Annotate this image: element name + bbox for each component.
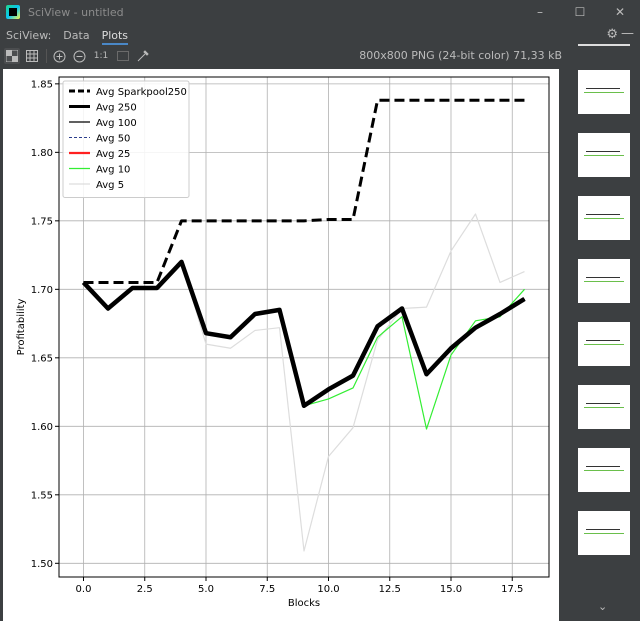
image-toolbar: 1:1 800x800 PNG (24-bit color) 71,33 kB (0, 46, 572, 66)
window-controls: – ☐ ✕ (520, 0, 640, 24)
thumbnail-item[interactable] (578, 259, 630, 303)
maximize-button[interactable]: ☐ (560, 0, 600, 24)
toolbar-separator (46, 49, 47, 63)
title-bar: SciView - untitled – ☐ ✕ (0, 0, 640, 24)
chevron-down-icon[interactable]: ⌄ (598, 600, 607, 613)
image-info: 800x800 PNG (24-bit color) 71,33 kB (359, 49, 562, 62)
gear-icon[interactable]: ⚙ (606, 27, 618, 42)
y-tick-label: 1.70 (31, 285, 53, 296)
sciview-label: SciView: (6, 28, 52, 42)
thumbnail-item[interactable] (578, 385, 630, 429)
legend-entry: Avg 250 (96, 103, 137, 114)
window-title: SciView - untitled (28, 5, 124, 19)
y-tick-label: 1.60 (31, 422, 53, 433)
x-tick-label: 15.0 (440, 584, 462, 595)
legend-entry: Avg 100 (96, 118, 137, 129)
x-tick-label: 0.0 (76, 584, 92, 595)
color-picker-icon[interactable] (135, 48, 151, 64)
series-line (83, 213, 525, 552)
y-tick-label: 1.55 (31, 490, 53, 501)
thumbnail-item[interactable] (578, 322, 630, 366)
legend-entry: Avg 5 (96, 180, 124, 191)
plot-canvas: 0.0 2.5 5.0 7.5 10.0 12.5 15.0 17.5 1.50 1.55 1.60… (3, 69, 559, 621)
x-tick-label: 7.5 (259, 584, 275, 595)
grid-icon[interactable] (24, 48, 40, 64)
close-button[interactable]: ✕ (600, 0, 640, 24)
chessboard-icon[interactable] (4, 48, 20, 64)
x-axis-label: Blocks (288, 598, 320, 609)
thumbnail-item[interactable] (578, 511, 630, 555)
fit-to-window-icon[interactable] (115, 48, 131, 64)
y-tick-label: 1.75 (31, 216, 53, 227)
y-tick-label: 1.85 (31, 79, 53, 90)
legend-entry: Avg 25 (96, 149, 130, 160)
y-axis-label: Profitability (16, 299, 27, 356)
x-tick-label: 10.0 (317, 584, 339, 595)
legend-entry: Avg 10 (96, 165, 130, 176)
zoom-out-icon[interactable] (71, 48, 87, 64)
minimize-button[interactable]: – (520, 0, 560, 24)
y-tick-label: 1.50 (31, 559, 53, 570)
pycharm-icon (6, 5, 20, 19)
y-tick-label: 1.80 (31, 148, 53, 159)
sciview-menubar: SciView: Data Plots ⚙ — (0, 24, 640, 46)
x-tick-label: 17.5 (501, 584, 523, 595)
x-tick-label: 12.5 (379, 584, 401, 595)
thumbnail-panel (572, 66, 640, 621)
chart-svg: 0.0 2.5 5.0 7.5 10.0 12.5 15.0 17.5 1.50 1.55 1.60… (16, 76, 550, 609)
settings-underline (578, 44, 630, 46)
thumbnail-item[interactable] (578, 448, 630, 492)
actual-size-button[interactable]: 1:1 (91, 48, 111, 64)
y-tick-label: 1.65 (31, 353, 53, 364)
thumbnail-item[interactable] (578, 196, 630, 240)
zoom-in-icon[interactable] (51, 48, 67, 64)
thumbnail-item[interactable] (578, 133, 630, 177)
x-tick-label: 2.5 (137, 584, 153, 595)
legend-entry: Avg 50 (96, 134, 130, 145)
legend-entry: Avg Sparkpool250 (96, 87, 187, 98)
thumbnail-item[interactable] (578, 70, 630, 114)
minus-icon[interactable]: — (621, 26, 634, 41)
tab-plots[interactable]: Plots (101, 26, 129, 45)
x-tick-label: 5.0 (198, 584, 214, 595)
tab-data[interactable]: Data (63, 26, 89, 45)
